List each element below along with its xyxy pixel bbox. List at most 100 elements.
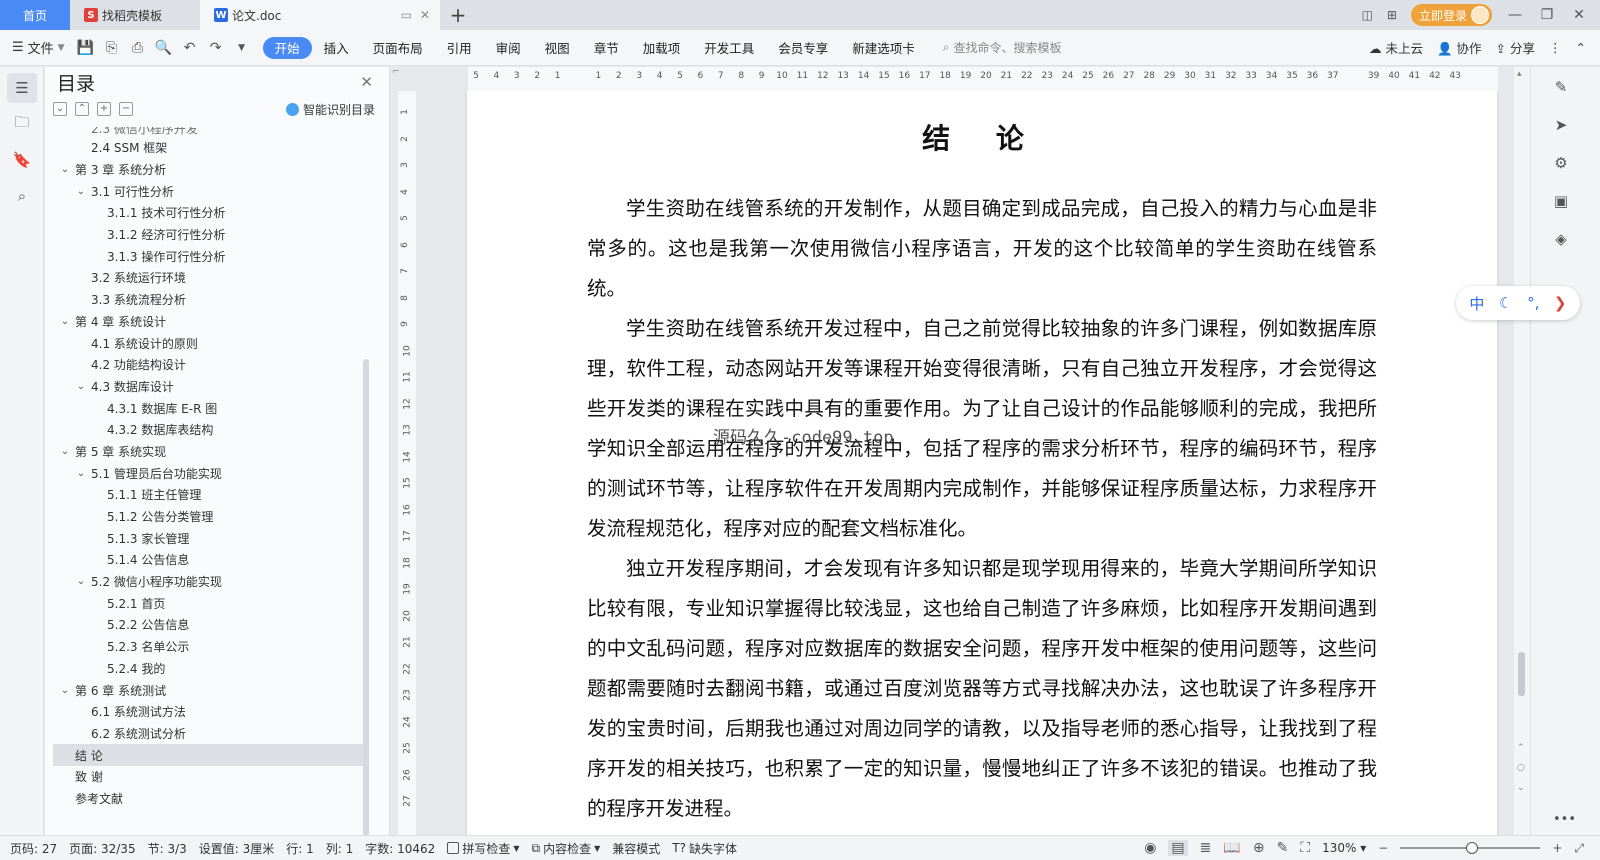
toc-item[interactable]: ⌄ 4.3 数据库设计 <box>53 376 369 398</box>
column[interactable]: 列: 1 <box>326 840 354 857</box>
paragraph[interactable]: 独立开发程序期间，才会发现有许多知识都是现学现用得来的，毕竟大学期间所学知识比较… <box>587 549 1377 829</box>
page-code[interactable]: 页码: 27 <box>10 840 57 857</box>
new-tab-button[interactable]: + <box>440 0 476 30</box>
toc-item[interactable]: 2.3 微信小程序开发 <box>53 127 369 137</box>
select-icon[interactable]: ➤ <box>1547 111 1575 139</box>
toc-item[interactable]: 2.4 SSM 框架 <box>53 137 369 159</box>
tab-document[interactable]: W 论文.doc ▭ ✕ <box>200 0 440 30</box>
ribbon-tab[interactable]: 审阅 <box>484 37 533 59</box>
vertical-ruler[interactable]: 1 2 3 4 5 6 7 8 9 10 11 12 13 14 15 16 17 18 19 20 21 22 23 24 2… <box>398 91 416 835</box>
toc-item[interactable]: 5.2.1 首页 <box>53 592 369 614</box>
more-icon[interactable]: ⋮ <box>1549 40 1562 55</box>
command-search[interactable]: ⌕ 查找命令、搜索模板 <box>943 39 1062 56</box>
toc-item[interactable]: 6.1 系统测试方法 <box>53 701 369 723</box>
restore-button[interactable]: ❐ <box>1538 7 1556 23</box>
toc-item[interactable]: ⌄ 第 3 章 系统分析 <box>53 159 369 181</box>
toc-item[interactable]: ⌄ 第 6 章 系统测试 <box>53 679 369 701</box>
chevron-down-icon[interactable]: ⌄ <box>75 468 87 479</box>
chevron-down-icon[interactable]: ⌄ <box>59 685 71 696</box>
toc-item[interactable]: ⌄ 第 4 章 系统设计 <box>53 311 369 333</box>
ribbon-tab[interactable]: 引用 <box>435 37 484 59</box>
fullscreen-icon[interactable]: ⤢ <box>1574 841 1584 856</box>
undo-icon[interactable]: ↶ <box>181 39 199 57</box>
more-dots-icon[interactable]: ••• <box>1553 812 1576 827</box>
prev-page-icon[interactable]: ⌃ <box>1517 743 1525 753</box>
toc-item[interactable]: 5.2.4 我的 <box>53 658 369 680</box>
page-view-icon[interactable]: ▤ <box>1168 840 1188 856</box>
reading-view-icon[interactable]: 📖 <box>1223 840 1240 856</box>
layout-icon[interactable]: ◫ <box>1362 8 1373 22</box>
collapse-ribbon-icon[interactable]: ⌃ <box>1576 40 1586 55</box>
save-icon[interactable]: 💾 <box>77 39 95 57</box>
ribbon-tab[interactable]: 页面布局 <box>361 37 435 59</box>
document-body[interactable]: 学生资助在线管系统的开发制作，从题目确定到成品完成，自己投入的精力与心血是非常多… <box>587 189 1377 829</box>
smart-toc-button[interactable]: 智能识别目录 <box>285 101 375 118</box>
chevron-down-icon[interactable]: ⌄ <box>75 576 87 587</box>
toc-item[interactable]: ⌄ 5.1 管理员后台功能实现 <box>53 462 369 484</box>
chevron-down-icon[interactable]: ⌄ <box>59 446 71 457</box>
print-icon[interactable]: ⎙ <box>129 39 147 57</box>
share-button[interactable]: ⇪ 分享 <box>1496 38 1535 57</box>
grid-icon[interactable]: ⊞ <box>1387 8 1397 22</box>
chevron-down-icon[interactable]: ⌄ <box>59 316 71 327</box>
toc-item[interactable]: ⌄ 5.2 微信小程序功能实现 <box>53 571 369 593</box>
ime-mode[interactable]: 中 <box>1469 293 1484 314</box>
outline-view-icon[interactable]: ≣ <box>1200 840 1212 856</box>
toc-item[interactable]: 5.1.3 家长管理 <box>53 527 369 549</box>
toc-icon[interactable]: ☰ <box>7 73 37 103</box>
ribbon-tab[interactable]: 插入 <box>312 37 361 59</box>
compat-mode[interactable]: 兼容模式 <box>612 840 660 857</box>
zoom-in-icon[interactable]: + <box>1552 841 1562 855</box>
file-menu[interactable]: ☰ 文件 ▼ <box>12 38 65 57</box>
zoom-out-icon[interactable]: − <box>1378 841 1388 855</box>
chevron-down-icon[interactable]: ⌄ <box>59 164 71 175</box>
find-icon[interactable]: ⌕ <box>7 181 37 211</box>
toc-item[interactable]: 5.1.2 公告分类管理 <box>53 506 369 528</box>
toc-item[interactable]: 3.1.2 经济可行性分析 <box>53 224 369 246</box>
ribbon-tab[interactable]: 开始 <box>262 36 312 59</box>
chevron-down-icon[interactable]: ⌄ <box>75 186 87 197</box>
next-page-icon[interactable]: ⌄ <box>1517 783 1525 793</box>
paragraph[interactable]: 学生资助在线管系统开发过程中，自己之前觉得比较抽象的许多门课程，例如数据库原理，… <box>587 309 1377 549</box>
missing-font-button[interactable]: T? 缺失字体 <box>672 840 737 857</box>
toc-item[interactable]: 5.2.3 名单公示 <box>53 636 369 658</box>
spell-check-button[interactable]: 拼写检查 ▼ <box>447 840 519 857</box>
toc-scrollbar[interactable] <box>363 359 369 860</box>
ime-toolbar[interactable]: 中 ☾ °, ❯ <box>1456 286 1580 320</box>
zoom-knob[interactable] <box>1466 842 1479 854</box>
setting-value[interactable]: 设置值: 3厘米 <box>199 840 275 857</box>
cloud-status[interactable]: ☁ 未上云 <box>1369 38 1423 57</box>
write-view-icon[interactable]: ✎ <box>1277 840 1289 856</box>
zoom-level[interactable]: 130% ▾ <box>1322 841 1366 855</box>
toc-item[interactable]: 4.3.1 数据库 E-R 图 <box>53 397 369 419</box>
chapter-nav-icon[interactable]: 🗀 <box>7 109 37 139</box>
expand-all-icon[interactable]: ⌃ <box>75 102 89 116</box>
content-check-button[interactable]: ⧉ 内容检查 ▼ <box>531 840 600 857</box>
toc-item[interactable]: 参考文献 <box>53 788 369 810</box>
select-browse-icon[interactable]: ○ <box>1517 763 1525 773</box>
toc-item[interactable]: 3.1.1 技术可行性分析 <box>53 202 369 224</box>
horizontal-ruler[interactable]: 5 4 3 2 1 1 2 3 4 5 6 7 8 9 10 11 12 13 14 15 16 17 18 19 20 21 22… <box>468 67 1498 91</box>
chevron-right-icon[interactable]: ❯ <box>1554 294 1567 312</box>
toc-item[interactable]: 4.3.2 数据库表结构 <box>53 419 369 441</box>
toc-item[interactable]: ⌄ 第 5 章 系统实现 <box>53 441 369 463</box>
document-page[interactable]: 结 论 学生资助在线管系统的开发制作，从题目确定到成品完成，自己投入的精力与心血… <box>467 91 1497 835</box>
web-view-icon[interactable]: ⊕ <box>1253 840 1265 856</box>
row[interactable]: 行: 1 <box>286 840 314 857</box>
toc-item[interactable]: 4.1 系统设计的原则 <box>53 332 369 354</box>
image-tool-icon[interactable]: ▣ <box>1547 187 1575 215</box>
toc-item[interactable]: 致 谢 <box>53 766 369 788</box>
tab-home[interactable]: 首页 <box>0 0 70 30</box>
collab-button[interactable]: 👤 协作 <box>1437 38 1482 57</box>
tab-float-icon[interactable]: ▭ <box>401 8 412 22</box>
toc-item[interactable]: 3.2 系统运行环境 <box>53 267 369 289</box>
ribbon-tab[interactable]: 会员专享 <box>766 37 840 59</box>
collapse-all-icon[interactable]: ⌄ <box>53 102 67 116</box>
export-pdf-icon[interactable]: ⎘ <box>103 39 121 57</box>
toc-item[interactable]: 5.2.2 公告信息 <box>53 614 369 636</box>
chevron-down-icon[interactable]: ⌄ <box>75 381 87 392</box>
section[interactable]: 节: 3/3 <box>148 840 187 857</box>
ribbon-tab[interactable]: 视图 <box>533 37 582 59</box>
remove-heading-icon[interactable]: − <box>119 102 133 116</box>
tab-close-icon[interactable]: ✕ <box>420 8 430 22</box>
